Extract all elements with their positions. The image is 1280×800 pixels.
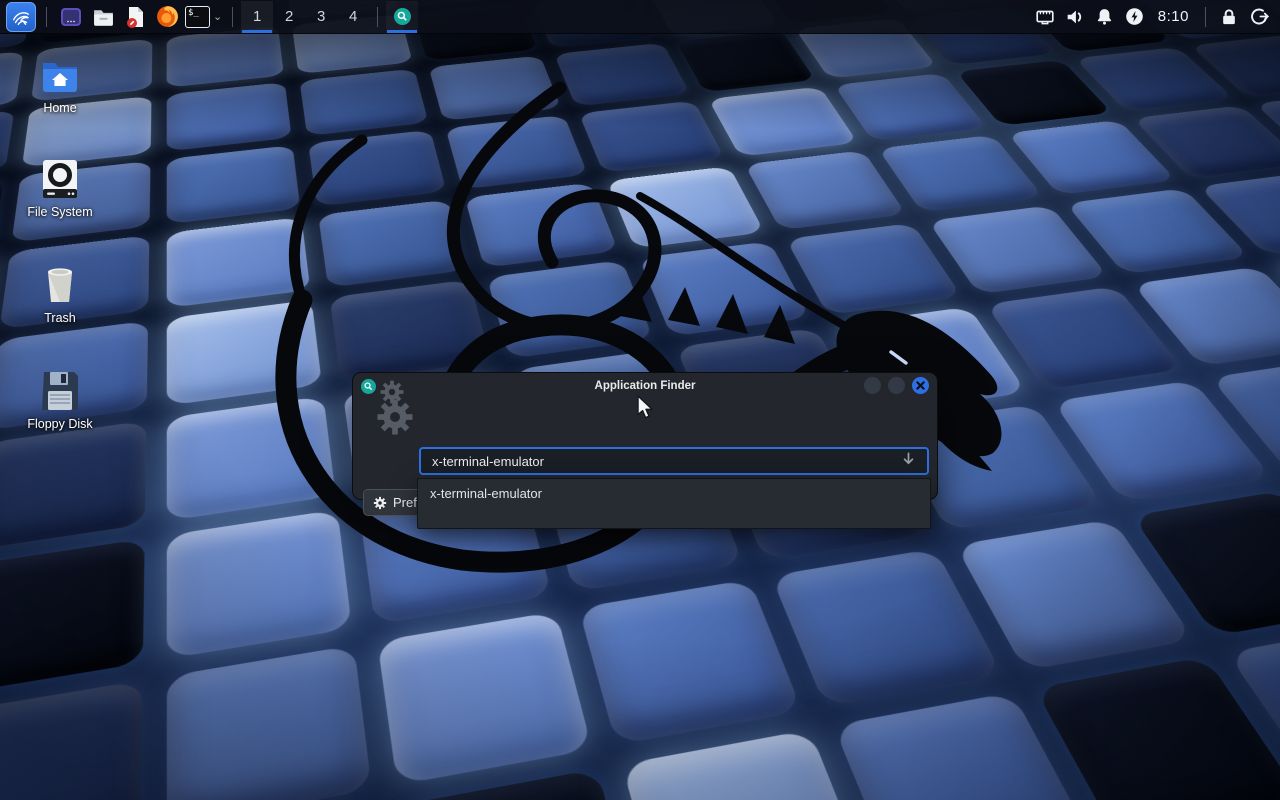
- wallpaper-cube: [167, 300, 322, 406]
- wallpaper-cube: [167, 82, 292, 151]
- workspace-3-label: 3: [317, 8, 325, 25]
- wallpaper-cube: [167, 509, 352, 658]
- wallpaper-cube: [487, 260, 654, 359]
- close-button[interactable]: [912, 377, 929, 394]
- wallpaper-cube: [622, 730, 875, 800]
- wallpaper-cube: [1034, 657, 1280, 800]
- wallpaper-cube: [708, 87, 858, 157]
- firefox-icon: [155, 4, 180, 29]
- desktop-icon-file-system[interactable]: File System: [0, 158, 120, 219]
- wallpaper-cube: [676, 30, 815, 92]
- panel-separator: [1205, 7, 1206, 27]
- launcher-firefox[interactable]: [151, 2, 183, 32]
- wallpaper-cube: [299, 69, 428, 136]
- workspace-4-button[interactable]: 4: [337, 1, 369, 33]
- wallpaper-cube: [318, 200, 467, 288]
- desktop-icon-trash[interactable]: Trash: [0, 264, 120, 325]
- taskbar-application-finder-button[interactable]: [386, 1, 418, 33]
- notifications-bell-icon[interactable]: [1090, 2, 1120, 32]
- workspace-1-button[interactable]: 1: [241, 1, 273, 33]
- wallpaper-cube: [429, 56, 562, 121]
- maximize-button[interactable]: [888, 377, 905, 394]
- workspace-1-label: 1: [253, 8, 261, 25]
- applications-menu-button[interactable]: [6, 2, 36, 32]
- panel-separator: [377, 7, 378, 27]
- wallpaper-cube: [607, 166, 765, 248]
- launcher-text-editor[interactable]: [119, 2, 151, 32]
- wallpaper-cube: [330, 280, 491, 382]
- wallpaper-cube: [0, 680, 143, 800]
- wallpaper-cube: [167, 396, 336, 521]
- hard-drive-icon: [40, 158, 80, 200]
- volume-icon[interactable]: [1060, 2, 1090, 32]
- wallpaper-cube: [445, 115, 587, 189]
- application-search-input[interactable]: [419, 447, 929, 475]
- workspace-2-button[interactable]: 2: [273, 1, 305, 33]
- launcher-terminal[interactable]: $_: [183, 2, 212, 32]
- launcher-qterminal[interactable]: [55, 2, 87, 32]
- wallpaper-cube: [465, 183, 619, 268]
- terminal-glyph-text: $_: [188, 8, 199, 18]
- top-panel: $_ ⌄ 1 2 3 4: [0, 0, 1280, 34]
- wallpaper-cube: [167, 145, 301, 224]
- trash-icon: [39, 264, 81, 306]
- wallpaper-cube: [0, 421, 147, 551]
- workspace-4-label: 4: [349, 8, 357, 25]
- workspace-2-label: 2: [285, 8, 293, 25]
- power-manager-icon[interactable]: [1120, 2, 1150, 32]
- wallpaper-cube: [786, 223, 962, 315]
- clock[interactable]: 8:10: [1150, 8, 1197, 25]
- lock-screen-icon[interactable]: [1214, 2, 1244, 32]
- workspace-3-button[interactable]: 3: [305, 1, 337, 33]
- wallpaper-cube: [0, 539, 145, 695]
- wallpaper-cube: [167, 217, 311, 308]
- wallpaper-cube: [167, 645, 372, 800]
- wallpaper-cube: [744, 150, 906, 230]
- search-results-popup: x-terminal-emulator: [417, 478, 931, 529]
- launcher-chevron-down-icon[interactable]: ⌄: [213, 10, 222, 23]
- wallpaper-cube: [771, 549, 1003, 707]
- panel-separator: [46, 7, 47, 27]
- wallpaper-cube: [308, 130, 446, 207]
- floppy-disk-icon: [40, 370, 80, 412]
- desktop-icon-label: Floppy Disk: [27, 417, 92, 431]
- preferences-gears-icon: [365, 377, 423, 444]
- terminal-icon: $_: [185, 6, 210, 28]
- desktop-icon-home[interactable]: Home: [0, 56, 120, 115]
- qterminal-icon: [59, 5, 83, 29]
- file-manager-icon: [91, 4, 116, 29]
- ethernet-network-icon[interactable]: [1030, 2, 1060, 32]
- close-icon: [916, 381, 925, 390]
- home-icon: [39, 56, 81, 96]
- application-finder-icon: [394, 8, 411, 25]
- application-finder-window: Application Finder: [352, 372, 938, 500]
- wallpaper-cube: [377, 611, 592, 785]
- minimize-button[interactable]: [864, 377, 881, 394]
- desktop-icon-label: Home: [43, 101, 76, 115]
- wallpaper-cube: [834, 73, 987, 141]
- kali-menu-icon: [10, 6, 32, 28]
- desktop-icon-floppy-disk[interactable]: Floppy Disk: [0, 370, 120, 431]
- desktop-icon-label: File System: [27, 205, 92, 219]
- panel-separator: [232, 7, 233, 27]
- gear-icon: [373, 496, 387, 510]
- wallpaper-cube: [579, 101, 725, 173]
- wallpaper-cube: [639, 241, 811, 336]
- desktop-root: $_ ⌄ 1 2 3 4: [0, 0, 1280, 800]
- text-editor-icon: [123, 5, 147, 29]
- window-title: Application Finder: [353, 380, 937, 392]
- log-out-icon[interactable]: [1244, 2, 1274, 32]
- launcher-file-manager[interactable]: [87, 2, 119, 32]
- wallpaper-cube: [167, 26, 284, 87]
- mouse-cursor: [633, 393, 655, 421]
- desktop-icon-label: Trash: [44, 311, 76, 325]
- wallpaper-cube: [554, 43, 690, 107]
- wallpaper-cube: [578, 579, 802, 745]
- search-result-item[interactable]: x-terminal-emulator: [418, 479, 930, 507]
